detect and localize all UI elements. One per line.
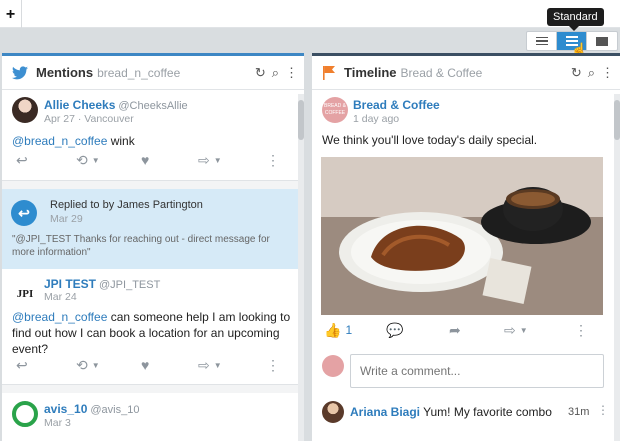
wide-view-icon: [596, 36, 608, 46]
avatar[interactable]: [12, 401, 38, 427]
like-heart-icon[interactable]: ♥: [141, 357, 149, 373]
author-name[interactable]: avis_10: [44, 402, 87, 416]
stream-subtitle: Bread & Coffee: [400, 65, 483, 80]
like-button[interactable]: 👍 1: [324, 322, 352, 339]
comment-input[interactable]: [350, 354, 604, 388]
mention-link[interactable]: @bread_n_coffee: [12, 310, 107, 324]
retweet-button[interactable]: ⟲ ▼: [76, 357, 100, 374]
chevron-down-icon: ▼: [213, 360, 222, 370]
comment: Ariana Biagi Yum! My favorite combo: [350, 405, 552, 419]
reply-notice: ↩ Replied to by James Partington Mar 29 …: [2, 189, 304, 269]
stream-subtitle: bread_n_coffee: [97, 65, 181, 80]
like-heart-icon[interactable]: ♥: [141, 152, 149, 168]
chevron-down-icon: ▼: [213, 155, 222, 165]
reply-icon[interactable]: ↩: [16, 152, 28, 169]
timeline-stream: Timeline Bread & Coffee ↻ ⌕ ⋮ BREAD & CO…: [312, 53, 620, 441]
more-icon[interactable]: ⋮: [574, 322, 588, 339]
comment-text: Yum! My favorite combo: [423, 405, 552, 419]
author-handle[interactable]: @JPI_TEST: [99, 279, 160, 291]
chevron-down-icon: ▼: [91, 155, 100, 165]
mentions-header: Mentions bread_n_coffee ↻ ⌕ ⋮: [2, 56, 304, 90]
stream-title: Mentions: [36, 65, 94, 80]
tweet-text: @bread_n_coffee can someone help I am lo…: [12, 310, 291, 356]
share-button[interactable]: ⇨ ▼: [198, 152, 222, 169]
reply-label: Replied to by James Partington: [50, 199, 203, 211]
scrollbar[interactable]: [298, 94, 304, 441]
timeline-post: BREAD & COFFEE Bread & Coffee 1 day ago …: [312, 90, 620, 440]
list-view-button[interactable]: [527, 32, 557, 50]
tweet-card: Allie Cheeks @CheeksAllie Apr 27 · Vancou…: [2, 90, 304, 181]
more-icon[interactable]: ⋮: [266, 357, 280, 374]
top-bar: +: [0, 0, 620, 28]
thumbs-up-icon: 👍: [324, 321, 342, 338]
search-icon[interactable]: ⌕: [588, 65, 595, 81]
share-icon: ⇨: [198, 356, 210, 373]
more-options-icon[interactable]: ⋮: [285, 65, 298, 81]
view-tooltip: Standard: [547, 8, 604, 31]
commenter-avatar: [322, 355, 344, 377]
refresh-icon[interactable]: ↻: [255, 65, 266, 81]
tweet-card: JPI JPI TEST @JPI_TEST Mar 24 @bread_n_co…: [2, 269, 304, 385]
share-arrow-icon[interactable]: ➦: [449, 322, 461, 339]
twitter-bird-icon: [12, 65, 28, 79]
reply-date: Mar 29: [50, 213, 83, 225]
tweet-meta: Apr 27 · Vancouver: [44, 113, 134, 125]
author-name[interactable]: JPI TEST: [44, 277, 96, 291]
commenter-name[interactable]: Ariana Biagi: [350, 405, 420, 419]
share-button[interactable]: ⇨ ▼: [504, 322, 528, 339]
author-name[interactable]: Allie Cheeks: [44, 98, 115, 112]
tweet-card: avis_10 @avis_10 Mar 3: [2, 393, 304, 441]
add-stream-button[interactable]: +: [0, 0, 22, 28]
timeline-header: Timeline Bread & Coffee ↻ ⌕ ⋮: [312, 56, 620, 90]
mention-link[interactable]: @bread_n_coffee: [12, 134, 107, 148]
refresh-icon[interactable]: ↻: [571, 65, 582, 81]
scrollbar[interactable]: [614, 94, 620, 441]
avatar[interactable]: JPI: [12, 275, 38, 301]
share-button[interactable]: ⇨ ▼: [198, 357, 222, 374]
more-options-icon[interactable]: ⋮: [601, 65, 614, 81]
page-name[interactable]: Bread & Coffee: [353, 98, 440, 112]
avatar[interactable]: [12, 97, 38, 123]
flag-icon: [323, 65, 335, 80]
chevron-down-icon: ▼: [519, 325, 528, 335]
retweet-icon: ⟲: [76, 151, 88, 168]
post-photo[interactable]: [321, 157, 603, 315]
reply-arrow-icon: ↩: [11, 200, 37, 226]
comment-time: 31m: [568, 406, 590, 418]
search-icon[interactable]: ⌕: [272, 65, 279, 81]
post-text: We think you'll love today's daily speci…: [322, 133, 538, 147]
tweet-text: @bread_n_coffee wink: [12, 134, 135, 148]
wide-view-button[interactable]: [587, 32, 617, 50]
tweet-meta: Mar 3: [44, 417, 71, 429]
share-icon: ⇨: [504, 321, 516, 338]
retweet-icon: ⟲: [76, 356, 88, 373]
tweet-meta: Mar 24: [44, 291, 77, 303]
comment-icon[interactable]: 💬: [386, 322, 403, 339]
mentions-stream: Mentions bread_n_coffee ↻ ⌕ ⋮ Allie Chee…: [2, 53, 304, 441]
more-icon[interactable]: ⋮: [266, 152, 280, 169]
comment-more-icon[interactable]: ⋮: [597, 403, 609, 417]
post-time: 1 day ago: [353, 113, 400, 125]
croissant-coffee-photo: [321, 157, 603, 315]
share-icon: ⇨: [198, 151, 210, 168]
reply-quote: "@JPI_TEST Thanks for reaching out - dir…: [12, 234, 270, 258]
stream-title: Timeline: [344, 65, 397, 80]
author-handle[interactable]: @avis_10: [90, 404, 139, 416]
avatar[interactable]: [322, 401, 344, 423]
chevron-down-icon: ▼: [91, 360, 100, 370]
author-handle[interactable]: @CheeksAllie: [118, 100, 187, 112]
reply-icon[interactable]: ↩: [16, 357, 28, 374]
page-avatar[interactable]: BREAD & COFFEE: [322, 97, 348, 123]
list-view-icon: [535, 36, 548, 46]
retweet-button[interactable]: ⟲ ▼: [76, 152, 100, 169]
